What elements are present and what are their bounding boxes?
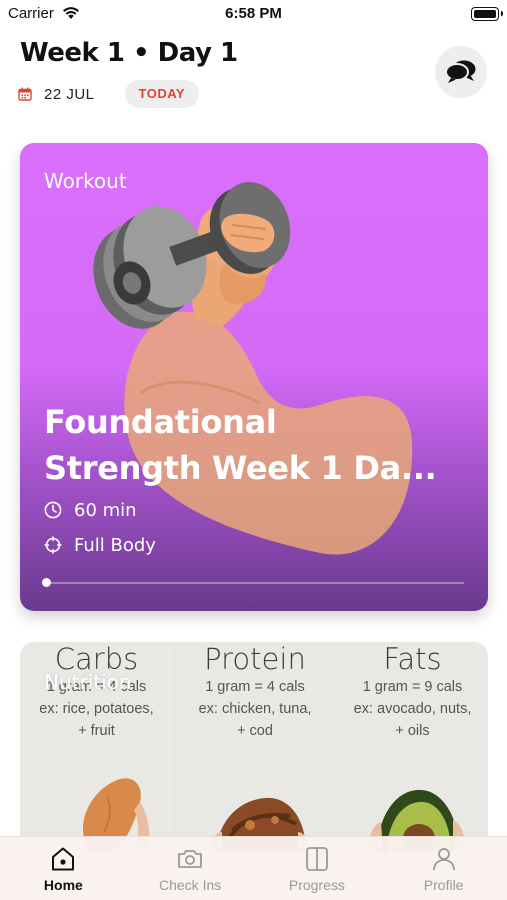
tab-label: Progress [288,877,345,893]
camera-icon [178,850,203,868]
home-icon [52,847,75,871]
macro-line: ex: chicken, tuna, [198,701,312,717]
workout-duration: 60 min [44,498,137,522]
tab-label: Home [43,877,83,893]
page-title: Week 1 • Day 1 [20,38,238,68]
workout-title-line-2: Strength Week 1 Da... [44,449,437,487]
macro-line: + oils [395,723,430,739]
workout-progress-track [46,582,464,584]
workout-title-line-1: Foundational [44,403,277,441]
current-date: 22 JUL [44,85,95,103]
macro-line: ex: rice, potatoes, [39,701,154,717]
macro-column-protein: Protein 1 gram = 4 cals ex: chicken, tun… [176,642,334,852]
calendar-icon [18,87,32,101]
macro-name: Protein [204,642,306,676]
tab-home[interactable]: Home [0,837,127,900]
date-row: 22 JUL TODAY [18,80,200,108]
macro-line: + cod [237,723,273,739]
nutrition-card-label: Nutrition [44,670,132,694]
workout-focus-text: Full Body [74,534,156,556]
status-time: 6:58 PM [225,5,282,22]
macro-line: 1 gram = 4 cals [205,679,305,695]
tab-label: Check Ins [159,877,222,893]
workout-focus: Full Body [44,533,156,557]
workout-card-label: Workout [44,169,127,193]
macro-line: 1 gram = 9 cals [362,679,463,695]
tab-progress[interactable]: Progress [254,837,381,900]
battery-icon [471,7,503,21]
macro-line: + fruit [78,723,115,739]
macro-column-fats: Fats 1 gram = 9 cals ex: avocado, nuts, … [337,642,488,852]
tab-bar: Home Check Ins Progress Profile [0,836,507,900]
tab-check-ins[interactable]: Check Ins [127,837,254,900]
chat-button[interactable] [435,46,487,98]
tab-profile[interactable]: Profile [380,837,507,900]
status-bar: Carrier 6:58 PM [0,0,507,30]
crosshair-icon [44,536,62,554]
nutrition-card[interactable]: Carbs 1 gram = 4 cals ex: rice, potatoes… [20,642,488,852]
profile-icon [432,848,455,871]
workout-duration-text: 60 min [74,499,137,521]
workout-card[interactable]: Workout Foundational Strength Week 1 Da.… [20,143,488,611]
today-button[interactable]: TODAY [124,80,200,108]
macro-name: Fats [383,642,442,676]
clock-icon [44,501,62,519]
macro-line: ex: avocado, nuts, [353,701,472,717]
tab-label: Profile [423,877,464,893]
workout-title: Foundational Strength Week 1 Da... [44,399,474,491]
chat-bubbles-icon [445,60,476,83]
workout-progress-dot [42,578,51,587]
progress-icon [305,847,328,871]
